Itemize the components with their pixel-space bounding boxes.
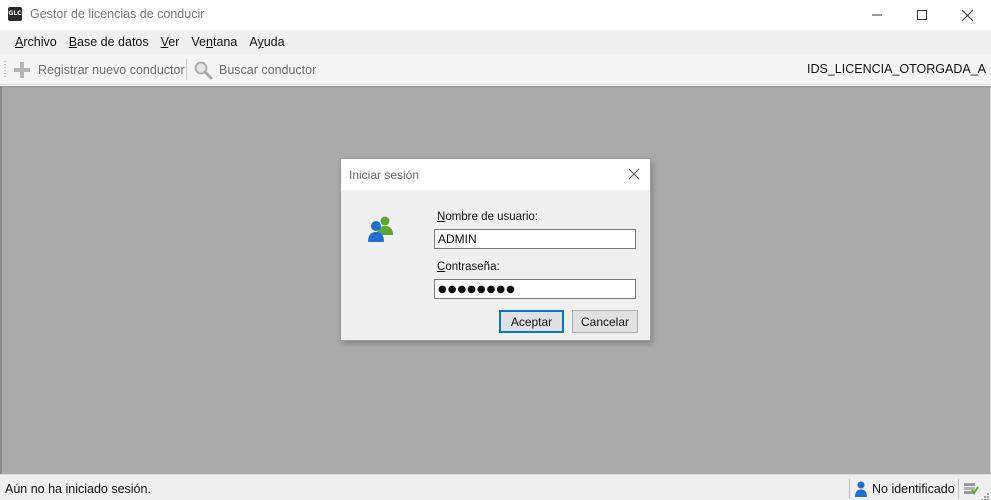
menu-label: tana	[212, 35, 238, 49]
menu-archivo[interactable]: Archivo	[9, 30, 63, 54]
login-dialog: Iniciar sesión Nombre de usuario: Contra…	[340, 158, 651, 341]
menu-bar: Archivo Base de datos Ver Ventana Ayuda	[0, 30, 991, 54]
toolbar: Registrar nuevo conductor Buscar conduct…	[0, 54, 991, 85]
close-icon	[961, 9, 973, 21]
database-icon	[963, 480, 979, 496]
menu-accel: B	[68, 35, 78, 49]
plus-icon	[14, 61, 30, 78]
search-driver-button[interactable]: Buscar conductor	[193, 58, 316, 81]
close-icon	[628, 168, 640, 180]
search-driver-label: Buscar conductor	[219, 62, 317, 77]
register-driver-button[interactable]: Registrar nuevo conductor	[12, 58, 185, 81]
status-user: No identificado	[855, 479, 955, 499]
menu-label: uda	[263, 35, 285, 49]
user-icon	[855, 481, 867, 497]
menu-accel: n	[206, 35, 213, 49]
username-input[interactable]	[434, 229, 636, 249]
window-title: Gestor de licencias de conducir	[30, 7, 205, 21]
status-bar: Aún no ha iniciado sesión. No identifica…	[0, 474, 991, 500]
menu-label: ase de datos	[77, 35, 149, 49]
dialog-title-bar: Iniciar sesión	[341, 159, 650, 190]
close-window-button[interactable]	[944, 0, 990, 30]
maximize-icon	[917, 10, 927, 20]
title-bar: GLC Gestor de licencias de conducir	[0, 0, 991, 30]
status-separator	[849, 479, 850, 499]
dialog-title: Iniciar sesión	[349, 168, 420, 182]
menu-ver[interactable]: Ver	[155, 30, 186, 54]
menu-label: rchivo	[23, 35, 57, 49]
menu-base-de-datos[interactable]: Base de datos	[63, 30, 155, 54]
password-label-text: ontraseña:	[445, 261, 500, 273]
magnifier-icon	[194, 61, 213, 79]
password-input[interactable]	[434, 279, 636, 299]
size-grip[interactable]	[981, 490, 989, 500]
users-icon	[366, 215, 396, 243]
status-message: Aún no ha iniciado sesión.	[5, 482, 151, 496]
username-label-text: ombre de usuario:	[445, 211, 539, 223]
dialog-close-button[interactable]	[626, 166, 642, 182]
register-driver-label: Registrar nuevo conductor	[38, 62, 185, 77]
menu-ayuda[interactable]: Ayuda	[243, 30, 290, 54]
username-label: Nombre de usuario:	[437, 211, 538, 223]
cancel-button[interactable]: Cancelar	[572, 310, 638, 333]
menu-label: er	[168, 35, 180, 49]
accept-button[interactable]: Aceptar	[499, 310, 564, 333]
app-icon: GLC	[8, 7, 22, 21]
minimize-icon	[872, 14, 882, 16]
toolbar-grip[interactable]	[4, 60, 6, 79]
status-separator	[958, 479, 959, 499]
password-label: Contraseña:	[437, 261, 500, 273]
menu-ventana[interactable]: Ventana	[185, 30, 243, 54]
toolbar-separator	[186, 59, 187, 80]
maximize-button[interactable]	[899, 0, 945, 30]
minimize-button[interactable]	[854, 0, 900, 30]
license-label: IDS_LICENCIA_OTORGADA_A	[807, 62, 986, 76]
user-status-label: No identificado	[872, 482, 955, 496]
menu-label: Ve	[191, 35, 207, 49]
